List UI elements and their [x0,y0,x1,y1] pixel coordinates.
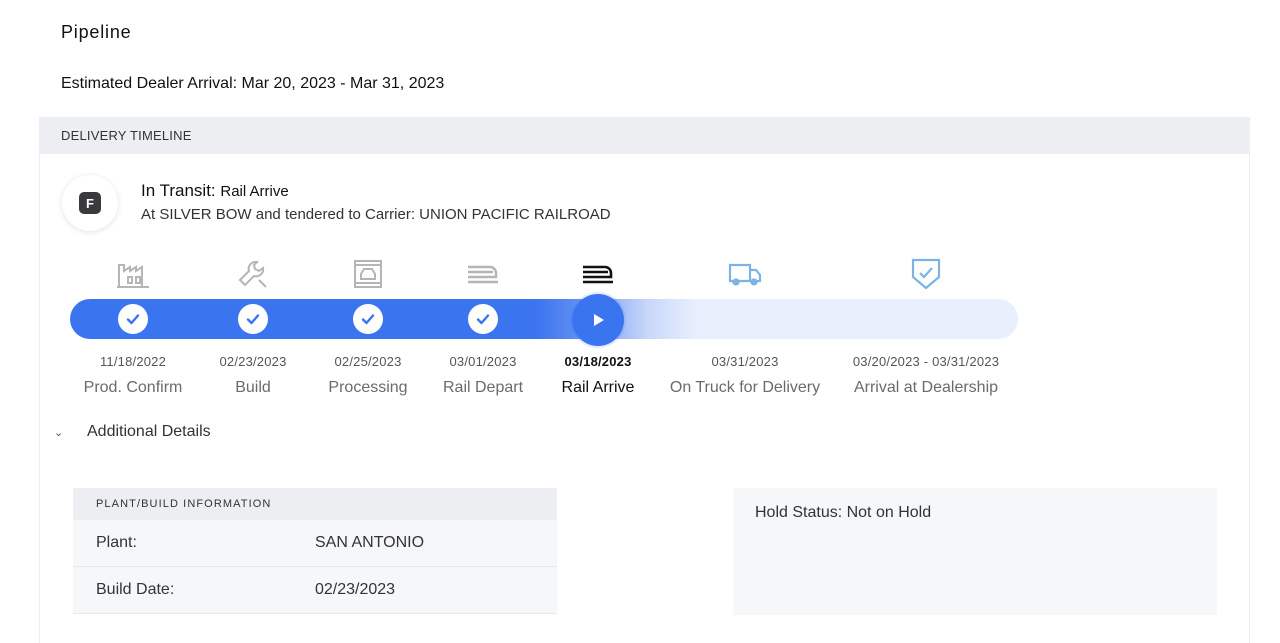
stage-name-current: Rail Arrive [561,379,635,396]
stage-date: 02/25/2023 [334,354,402,369]
additional-details-label: Additional Details [87,423,211,440]
vehicle-processing-icon [351,257,385,291]
carrier-info: At SILVER BOW and tendered to Carrier: U… [141,206,611,223]
estimated-arrival: Estimated Dealer Arrival: Mar 20, 2023 -… [61,75,445,92]
transit-status-label: In Transit: [141,181,216,200]
stage-name: Arrival at Dealership [853,379,999,396]
stage-date: 03/01/2023 [449,354,517,369]
stage-name: Processing [328,379,408,396]
status-badge-letter: F [79,192,101,214]
table-row: Plant: SAN ANTONIO [73,520,557,567]
hold-status-panel: Hold Status: Not on Hold [733,488,1217,615]
rail-depart-icon [466,257,500,291]
transit-status-value: Rail Arrive [220,183,289,200]
stage-name: Rail Depart [442,379,524,396]
stage-date-current: 03/18/2023 [564,354,632,369]
stage-date: 11/18/2022 [99,354,167,369]
plant-build-table: PLANT/BUILD INFORMATION Plant: SAN ANTON… [73,488,557,614]
status-badge: F [62,175,118,231]
check-icon [118,304,148,334]
truck-icon [728,257,762,291]
current-stage-play-icon [572,294,624,346]
stage-name: On Truck for Delivery [669,379,821,396]
delivery-timeline-header: DELIVERY TIMELINE [40,117,1249,154]
check-icon [238,304,268,334]
row-value: 02/23/2023 [315,581,396,598]
stage-date: 03/31/2023 [711,354,779,369]
delivery-timeline-card: DELIVERY TIMELINE F In Transit: Rail Arr… [39,117,1250,643]
table-row: Build Date: 02/23/2023 [73,567,557,614]
transit-status: In Transit: Rail Arrive [141,181,289,201]
check-icon [468,304,498,334]
plant-build-header: PLANT/BUILD INFORMATION [73,488,557,520]
wrench-icon [236,257,270,291]
progress-track [70,299,1018,339]
stage-name: Prod. Confirm [83,379,183,396]
row-value: SAN ANTONIO [315,534,425,551]
page-title: Pipeline [61,22,132,42]
factory-icon [116,257,150,291]
chevron-down-icon: ⌄ [54,426,64,439]
additional-details-toggle[interactable]: ⌄ Additional Details [54,423,211,441]
rail-arrive-icon [581,257,615,291]
stage-date: 02/23/2023 [219,354,287,369]
row-key: Build Date: [96,581,175,598]
shield-check-icon [909,257,943,291]
stage-name: Build [235,379,271,396]
hold-status-text: Hold Status: Not on Hold [755,504,932,521]
stage-date: 03/20/2023 - 03/31/2023 [852,354,1000,369]
check-icon [353,304,383,334]
row-key: Plant: [96,534,137,551]
